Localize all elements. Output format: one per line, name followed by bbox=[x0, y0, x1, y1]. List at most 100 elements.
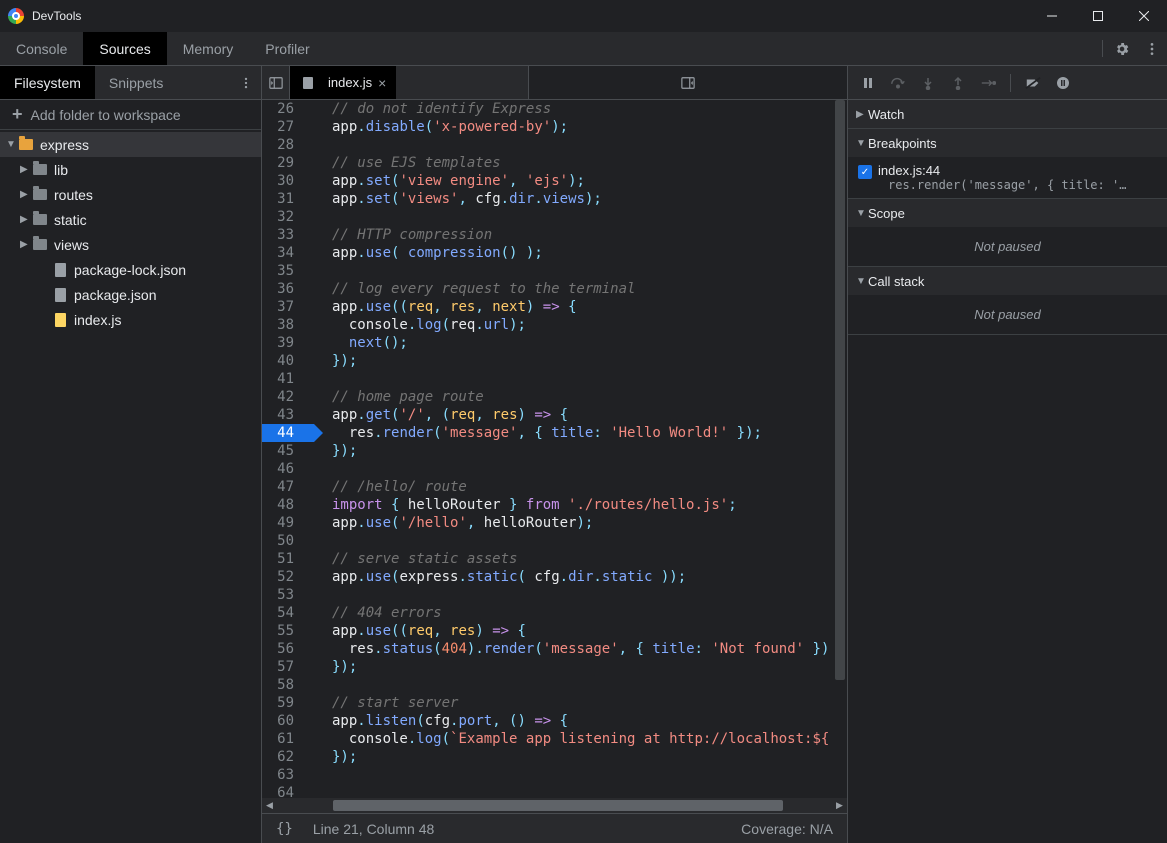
chevron-down-icon: ▼ bbox=[856, 208, 868, 219]
sidebar-tab-snippets[interactable]: Snippets bbox=[95, 66, 177, 99]
chevron-icon: ▼ bbox=[6, 139, 16, 150]
tree-label: express bbox=[40, 137, 89, 153]
file-tree: ▼ express ▶ lib ▶ routes ▶ static ▶ views package-… bbox=[0, 130, 261, 843]
tab-console[interactable]: Console bbox=[0, 32, 83, 65]
scroll-right-icon[interactable]: ▶ bbox=[832, 798, 847, 813]
vertical-scrollbar[interactable] bbox=[833, 100, 847, 798]
tree-label: views bbox=[54, 237, 89, 253]
watch-header[interactable]: ▶Watch bbox=[848, 100, 1167, 128]
devtools-window: DevTools Console Sources Memory Profiler… bbox=[0, 0, 1167, 843]
step-button[interactable] bbox=[974, 69, 1002, 97]
settings-icon[interactable] bbox=[1107, 32, 1137, 65]
callstack-header[interactable]: ▼Call stack bbox=[848, 267, 1167, 295]
file-icon bbox=[52, 287, 68, 303]
step-over-button[interactable] bbox=[884, 69, 912, 97]
file-icon bbox=[32, 187, 48, 203]
plus-icon: + bbox=[12, 104, 23, 125]
window-controls bbox=[1029, 0, 1167, 32]
file-package-json[interactable]: package.json bbox=[0, 282, 261, 307]
scroll-left-icon[interactable]: ◀ bbox=[262, 798, 277, 813]
chevron-right-icon: ▶ bbox=[856, 109, 868, 120]
not-paused-label: Not paused bbox=[848, 299, 1167, 330]
sidebar: Filesystem Snippets + Add folder to work… bbox=[0, 66, 262, 843]
editor-panel: index.js × 26272829303132333435363738394… bbox=[262, 66, 848, 843]
breakpoints-header[interactable]: ▼Breakpoints bbox=[848, 129, 1167, 157]
code-area[interactable]: // do not identify Expressapp.disable('x… bbox=[318, 100, 847, 798]
add-folder-button[interactable]: + Add folder to workspace bbox=[0, 100, 261, 130]
add-folder-label: Add folder to workspace bbox=[31, 107, 181, 123]
chevron-icon: ▶ bbox=[20, 189, 30, 200]
maximize-button[interactable] bbox=[1075, 0, 1121, 32]
main-toolbar: Console Sources Memory Profiler bbox=[0, 32, 1167, 66]
chevron-icon: ▶ bbox=[20, 214, 30, 225]
pause-on-exceptions-button[interactable] bbox=[1049, 69, 1077, 97]
coverage-label: Coverage: N/A bbox=[741, 821, 833, 837]
file-index-js[interactable]: index.js bbox=[0, 307, 261, 332]
code-editor[interactable]: 2627282930313233343536373839404142434445… bbox=[262, 100, 847, 798]
deactivate-breakpoints-button[interactable] bbox=[1019, 69, 1047, 97]
close-tab-icon[interactable]: × bbox=[378, 75, 386, 91]
tree-label: routes bbox=[54, 187, 93, 203]
nav-toggle-right-icon[interactable] bbox=[528, 66, 847, 99]
debugger-panel: ▶Watch ▼Breakpoints ✓ index.js:44 res.re… bbox=[848, 66, 1167, 843]
breakpoint-checkbox[interactable]: ✓ bbox=[858, 165, 872, 179]
callstack-section: ▼Call stack Not paused bbox=[848, 267, 1167, 335]
scope-section: ▼Scope Not paused bbox=[848, 199, 1167, 267]
chevron-down-icon: ▼ bbox=[856, 138, 868, 149]
step-into-button[interactable] bbox=[914, 69, 942, 97]
breakpoint-item[interactable]: ✓ index.js:44 res.render('message', { ti… bbox=[848, 161, 1167, 194]
format-braces-icon[interactable]: {} bbox=[276, 821, 293, 837]
tab-sources[interactable]: Sources bbox=[83, 32, 166, 65]
statusbar: {} Line 21, Column 48 Coverage: N/A bbox=[262, 813, 847, 843]
tree-label: package-lock.json bbox=[74, 262, 186, 278]
pause-button[interactable] bbox=[854, 69, 882, 97]
close-button[interactable] bbox=[1121, 0, 1167, 32]
file-icon bbox=[300, 75, 316, 91]
breakpoint-location: index.js:44 bbox=[878, 163, 1126, 178]
tree-label: static bbox=[54, 212, 87, 228]
file-package-lock-json[interactable]: package-lock.json bbox=[0, 257, 261, 282]
sidebar-tab-filesystem[interactable]: Filesystem bbox=[0, 66, 95, 99]
tree-label: lib bbox=[54, 162, 68, 178]
breakpoints-section: ▼Breakpoints ✓ index.js:44 res.render('m… bbox=[848, 129, 1167, 199]
sidebar-tabs: Filesystem Snippets bbox=[0, 66, 261, 100]
watch-section: ▶Watch bbox=[848, 100, 1167, 129]
chevron-down-icon: ▼ bbox=[856, 276, 868, 287]
step-out-button[interactable] bbox=[944, 69, 972, 97]
file-icon bbox=[32, 162, 48, 178]
tab-profiler[interactable]: Profiler bbox=[249, 32, 325, 65]
cursor-position: Line 21, Column 48 bbox=[313, 821, 434, 837]
breakpoint-code: res.render('message', { title: '… bbox=[878, 178, 1126, 192]
folder-routes[interactable]: ▶ routes bbox=[0, 182, 261, 207]
folder-views[interactable]: ▶ views bbox=[0, 232, 261, 257]
file-icon bbox=[18, 137, 34, 153]
file-icon bbox=[32, 237, 48, 253]
window-title: DevTools bbox=[32, 9, 1029, 23]
folder-static[interactable]: ▶ static bbox=[0, 207, 261, 232]
chevron-icon: ▶ bbox=[20, 239, 30, 250]
editor-tab-indexjs[interactable]: index.js × bbox=[290, 66, 396, 99]
horizontal-scrollbar[interactable]: ◀ ▶ bbox=[262, 798, 847, 813]
sidebar-more-icon[interactable] bbox=[231, 66, 261, 99]
scope-header[interactable]: ▼Scope bbox=[848, 199, 1167, 227]
content: Filesystem Snippets + Add folder to work… bbox=[0, 66, 1167, 843]
file-icon bbox=[32, 212, 48, 228]
nav-toggle-left-icon[interactable] bbox=[262, 66, 290, 99]
folder-express[interactable]: ▼ express bbox=[0, 132, 261, 157]
folder-lib[interactable]: ▶ lib bbox=[0, 157, 261, 182]
file-icon bbox=[52, 262, 68, 278]
file-icon bbox=[52, 312, 68, 328]
debug-toolbar bbox=[848, 66, 1167, 100]
kebab-menu-icon[interactable] bbox=[1137, 32, 1167, 65]
chrome-icon bbox=[8, 8, 24, 24]
chevron-icon: ▶ bbox=[20, 164, 30, 175]
minimize-button[interactable] bbox=[1029, 0, 1075, 32]
tree-label: index.js bbox=[74, 312, 121, 328]
line-gutter[interactable]: 2627282930313233343536373839404142434445… bbox=[262, 100, 318, 798]
not-paused-label: Not paused bbox=[848, 231, 1167, 262]
titlebar: DevTools bbox=[0, 0, 1167, 32]
editor-tabs: index.js × bbox=[262, 66, 847, 100]
tab-memory[interactable]: Memory bbox=[167, 32, 250, 65]
editor-tab-label: index.js bbox=[328, 75, 372, 90]
tree-label: package.json bbox=[74, 287, 157, 303]
